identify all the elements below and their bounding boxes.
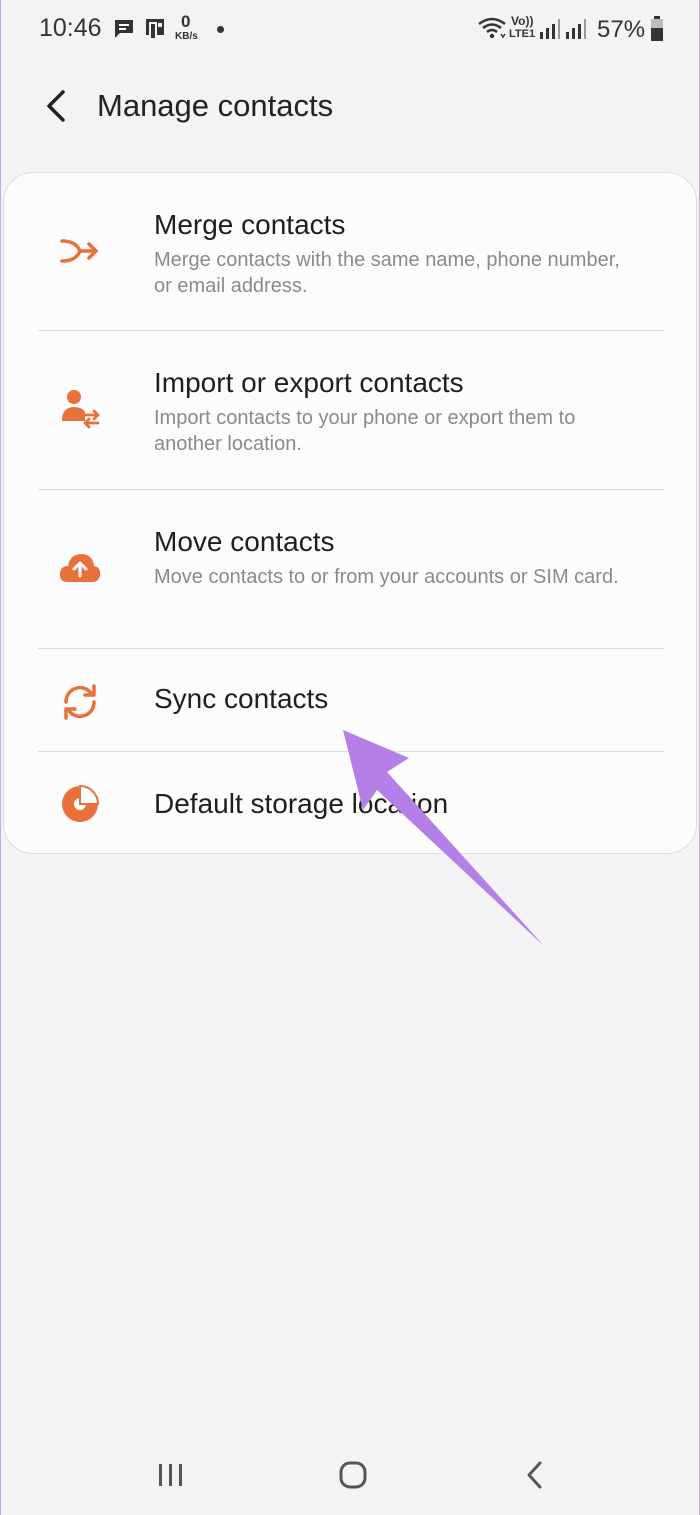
battery-icon	[651, 16, 663, 41]
import-export-icon	[62, 390, 100, 429]
back-nav-icon[interactable]	[513, 1454, 557, 1498]
menu-item-title: Import or export contacts	[154, 367, 464, 398]
menu-item-title: Move contacts	[154, 526, 335, 557]
menu-item-move-contacts[interactable]: Move contacts Move contacts to or from y…	[4, 490, 696, 648]
message-icon	[115, 20, 133, 38]
battery-percent: 57%	[597, 16, 646, 43]
wifi-icon	[478, 17, 506, 39]
menu-item-title: Sync contacts	[154, 683, 329, 714]
notification-dot-icon	[217, 26, 224, 33]
sync-icon	[64, 684, 96, 720]
manage-contacts-card: Merge contacts Merge contacts with the s…	[3, 172, 697, 854]
cloud-upload-icon	[59, 554, 101, 582]
signal-icon-2	[566, 19, 586, 39]
menu-item-subtitle: Merge contacts with the same name, phone…	[154, 249, 620, 297]
menu-item-merge-contacts[interactable]: Merge contacts Merge contacts with the s…	[4, 173, 696, 331]
network-speed-unit: KB/s	[175, 31, 198, 42]
volte-label: Vo))	[511, 14, 534, 28]
back-arrow-icon[interactable]	[41, 86, 75, 126]
signal-icon	[540, 19, 560, 39]
menu-item-subtitle: Import contacts to your phone or export …	[154, 407, 576, 455]
menu-item-title: Merge contacts	[154, 209, 346, 240]
network-speed-value: 0	[181, 12, 191, 31]
app-header: Manage contacts	[1, 72, 699, 142]
menu-item-subtitle: Move contacts to or from your accounts o…	[154, 566, 619, 588]
app-notification-icon	[146, 19, 164, 40]
menu-item-default-storage[interactable]: Default storage location	[4, 752, 696, 854]
merge-icon	[60, 239, 98, 263]
lte-label: LTE1	[509, 28, 536, 40]
status-bar: 10:46 0 KB/s Vo)) LTE1 57%	[1, 0, 699, 62]
menu-item-sync-contacts[interactable]: Sync contacts	[4, 649, 696, 751]
page-title: Manage contacts	[97, 88, 334, 123]
menu-item-import-export[interactable]: Import or export contacts Import contact…	[4, 331, 696, 489]
recent-apps-icon[interactable]	[149, 1454, 193, 1498]
home-icon[interactable]	[331, 1454, 375, 1498]
storage-pie-icon	[62, 784, 100, 822]
menu-item-title: Default storage location	[154, 788, 449, 819]
navigation-bar	[1, 1440, 699, 1510]
status-time: 10:46	[39, 14, 102, 42]
